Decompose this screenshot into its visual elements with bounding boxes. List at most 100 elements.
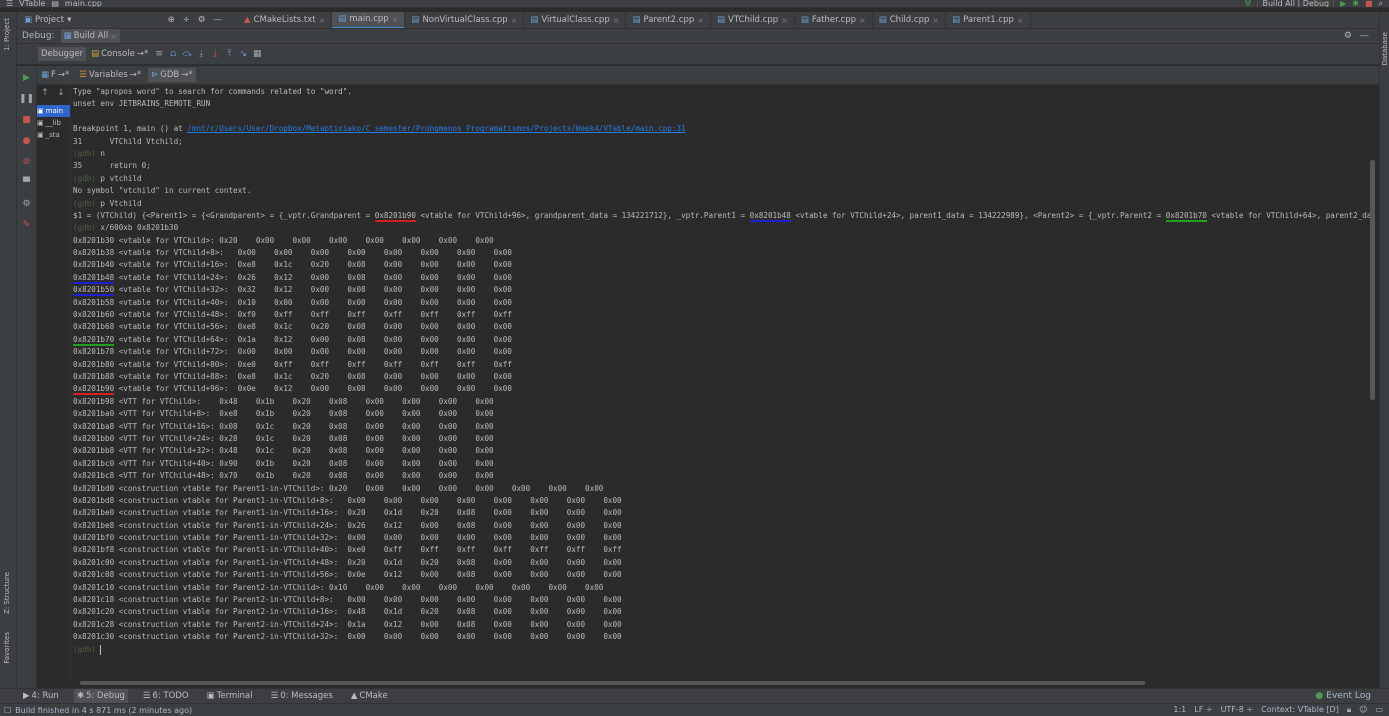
bottom-tab[interactable]: ▣ Terminal <box>204 689 256 703</box>
up-arrow-icon[interactable]: ↑ <box>39 87 51 99</box>
menu-lines-icon[interactable]: ≡ <box>153 48 165 60</box>
structure-tool-window-button[interactable]: Z: Structure <box>3 572 11 614</box>
bottom-tab[interactable]: ▲ CMake <box>348 689 391 703</box>
memory-bytes: <vtable for VTChild+40>: 0x10 0x00 0x00 … <box>114 297 512 307</box>
menu-icon[interactable]: ☰ <box>6 0 13 7</box>
close-icon[interactable]: × <box>932 16 939 25</box>
close-icon[interactable]: × <box>613 16 620 25</box>
evaluate-icon[interactable]: ▦ <box>251 48 263 60</box>
favorites-tool-window-button[interactable]: Favorites <box>3 632 11 664</box>
debug-config-tab[interactable]: ▦ Build All × <box>60 29 120 43</box>
console-tab[interactable]: ▤ Console →* <box>88 47 151 61</box>
close-icon[interactable]: × <box>781 16 788 25</box>
stack-frame[interactable]: ▣ __lib <box>37 117 70 129</box>
show-execution-point-icon[interactable]: ⩍ <box>167 48 179 60</box>
close-icon[interactable]: × <box>392 15 399 24</box>
command-text: n <box>95 148 106 158</box>
source-link[interactable]: /mnt/c/Users/User/Dropbox/Metaptixiako/C… <box>187 124 685 133</box>
input-line[interactable]: (gdb) <box>73 644 1370 656</box>
run-icon[interactable]: ▶ <box>1340 0 1346 7</box>
file-tab[interactable]: ▤ Parent2.cpp × <box>626 12 711 28</box>
debugger-tab[interactable]: Debugger <box>38 47 87 61</box>
horizontal-scrollbar[interactable] <box>80 681 1145 685</box>
debug-icon[interactable]: ✱ <box>1352 0 1359 7</box>
file-tab-label: Parent1.cpp <box>963 15 1014 25</box>
close-icon[interactable]: × <box>319 16 326 25</box>
file-tab[interactable]: ▲ CMakeLists.txt × <box>238 12 333 28</box>
context-selector[interactable]: Context: VTable [D] <box>1261 705 1339 715</box>
stack-frame[interactable]: ▣ _sta <box>37 129 70 141</box>
view-breakpoints-icon[interactable]: ● <box>21 135 33 147</box>
event-log-button[interactable]: ● Event Log <box>1315 691 1389 701</box>
hammer-icon[interactable]: ⚒ <box>1244 0 1251 7</box>
settings-icon[interactable]: ⚙ <box>21 198 33 210</box>
variables-tab[interactable]: ☰ Variables →* <box>76 68 144 82</box>
memory-dump-row: 0x8201bc0 <VTT for VTChild+40>: 0x90 0x1… <box>73 458 1370 470</box>
debug-label: Debug: <box>22 31 55 41</box>
dropdown-icon[interactable]: ▾ <box>67 15 71 25</box>
close-icon[interactable]: × <box>511 16 518 25</box>
memory-address: 0x8201be0 <box>73 508 115 518</box>
bottom-tab[interactable]: ☰ 6: TODO <box>140 689 192 703</box>
collapse-icon[interactable]: ÷ <box>183 15 190 25</box>
database-tool-window-button[interactable]: Database <box>1381 32 1389 65</box>
close-icon[interactable]: × <box>110 32 117 41</box>
lock-icon[interactable]: 🔒︎ <box>1347 705 1351 715</box>
step-over-icon[interactable]: ⤼ <box>181 48 193 60</box>
layout-icon[interactable]: ▀ <box>21 177 33 189</box>
stack-frame-label: main <box>45 107 64 115</box>
target-icon[interactable]: ⊕ <box>168 15 175 25</box>
hide-icon[interactable]: — <box>1360 31 1369 41</box>
memory-address: 0x8201b30 <box>73 235 115 245</box>
inspector-icon[interactable]: ☺︎ <box>1359 705 1367 715</box>
memory-icon[interactable]: ▭ <box>1375 705 1383 715</box>
cursor-position[interactable]: 1:1 <box>1173 705 1186 715</box>
status-box-icon[interactable]: ☐ <box>4 706 11 715</box>
cpp-file-icon: ▤ <box>800 15 809 25</box>
debug-config-label: Build All <box>73 31 109 41</box>
file-tab[interactable]: ▤ Child.cpp × <box>873 12 947 28</box>
step-out-icon[interactable]: ⤒ <box>223 48 235 60</box>
stack-frame[interactable]: ▣ main <box>37 105 70 117</box>
gear-icon[interactable]: ⚙ <box>1344 31 1352 41</box>
console-line: unset env JETBRAINS_REMOTE_RUN <box>73 99 211 109</box>
project-tool-window-button[interactable]: 1: Project <box>3 18 11 51</box>
hide-icon[interactable]: — <box>214 15 223 25</box>
mute-breakpoints-icon[interactable]: ⊘ <box>21 156 33 168</box>
project-tool-button[interactable]: ▣ Project ▾ ⊕ ÷ ⚙ — <box>18 12 228 28</box>
stop-icon[interactable]: ■ <box>21 114 33 126</box>
memory-bytes: <vtable for VTChild+48>: 0xf0 0xff 0xff … <box>114 310 512 320</box>
pin-tab-icon[interactable]: ✎ <box>21 219 33 231</box>
bottom-tab[interactable]: ✱ 5: Debug <box>73 689 128 703</box>
force-step-into-icon[interactable]: ⤓ <box>209 48 221 60</box>
bottom-tool-bar: ▶ 4: Run ✱ 5: Debug ☰ 6: TODO ▣ Terminal ☰ 0: Mes… <box>0 688 1389 703</box>
memory-bytes: <VTT for VTChild+8>: 0xe8 0x1b 0x20 0x08… <box>114 409 494 419</box>
pause-icon[interactable]: ❚❚ <box>19 93 34 105</box>
file-tab[interactable]: ▤ main.cpp × <box>332 12 406 28</box>
gdb-tab[interactable]: ⊳ GDB →* <box>148 68 196 82</box>
file-tab[interactable]: ▤ VTChild.cpp × <box>711 12 795 28</box>
file-encoding[interactable]: UTF-8 ÷ <box>1221 705 1254 715</box>
bottom-tab[interactable]: ☰ 0: Messages <box>268 689 336 703</box>
step-into-icon[interactable]: ⤓ <box>195 48 207 60</box>
debug-icon: ✱ <box>76 691 84 701</box>
file-tab[interactable]: ▤ Father.cpp × <box>795 12 873 28</box>
vertical-scrollbar[interactable] <box>1370 160 1375 400</box>
stop-icon[interactable]: ■ <box>1365 0 1373 7</box>
gdb-console[interactable]: Type "apropos word" to search for comman… <box>72 86 1370 680</box>
run-config-select[interactable]: Build All | Debug <box>1257 0 1335 7</box>
close-icon[interactable]: × <box>697 16 704 25</box>
close-icon[interactable]: × <box>1017 16 1024 25</box>
file-tab[interactable]: ▤ NonVirtualClass.cpp × <box>405 12 525 28</box>
down-arrow-icon[interactable]: ↓ <box>55 87 67 99</box>
search-icon[interactable]: ⌕ <box>1379 0 1383 7</box>
line-separator[interactable]: LF ÷ <box>1194 705 1212 715</box>
resume-icon[interactable]: ▶ <box>21 72 33 84</box>
frames-tab[interactable]: ▦ F →* <box>38 68 72 82</box>
file-tab[interactable]: ▤ Parent1.cpp × <box>946 12 1031 28</box>
close-icon[interactable]: × <box>859 16 866 25</box>
run-to-cursor-icon[interactable]: ↘ <box>237 48 249 60</box>
gear-icon[interactable]: ⚙ <box>198 15 206 25</box>
file-tab[interactable]: ▤ VirtualClass.cpp × <box>524 12 627 28</box>
bottom-tab[interactable]: ▶ 4: Run <box>20 689 62 703</box>
